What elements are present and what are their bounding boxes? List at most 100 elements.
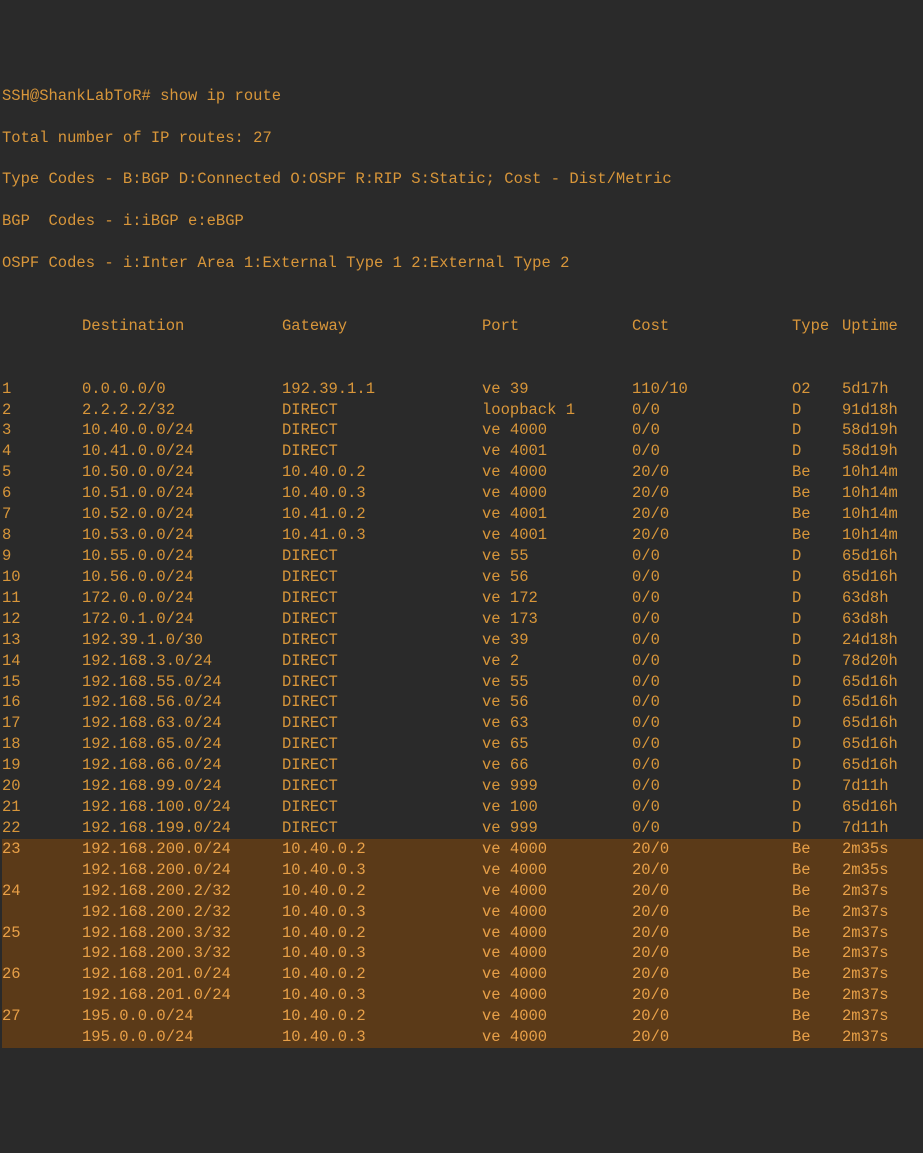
cell-gateway: DIRECT: [282, 546, 482, 567]
cell-gateway: DIRECT: [282, 672, 482, 693]
cell-index: 8: [2, 525, 82, 546]
cell-uptime: 2m37s: [842, 902, 923, 923]
route-row: 192.168.200.0/2410.40.0.3ve 400020/0Be2m…: [2, 860, 923, 881]
cell-destination: 0.0.0.0/0: [82, 379, 282, 400]
cell-cost: 0/0: [632, 441, 792, 462]
cell-index: 9: [2, 546, 82, 567]
cell-gateway: DIRECT: [282, 734, 482, 755]
cell-port: ve 172: [482, 588, 632, 609]
cell-type: Be: [792, 860, 842, 881]
route-row: 18192.168.65.0/24DIRECTve 650/0D65d16h: [2, 734, 923, 755]
cell-destination: 192.168.100.0/24: [82, 797, 282, 818]
cell-type: Be: [792, 1027, 842, 1048]
cell-destination: 10.41.0.0/24: [82, 441, 282, 462]
cell-gateway: DIRECT: [282, 797, 482, 818]
cell-cost: 20/0: [632, 525, 792, 546]
cell-type: D: [792, 755, 842, 776]
cell-gateway: 10.41.0.3: [282, 525, 482, 546]
cell-uptime: 63d8h: [842, 609, 923, 630]
cell-destination: 10.51.0.0/24: [82, 483, 282, 504]
cell-uptime: 2m35s: [842, 839, 923, 860]
cell-type: D: [792, 588, 842, 609]
cell-type: Be: [792, 985, 842, 1006]
cell-index: 10: [2, 567, 82, 588]
cell-port: ve 4001: [482, 504, 632, 525]
type-codes: Type Codes - B:BGP D:Connected O:OSPF R:…: [2, 169, 923, 190]
cell-cost: 0/0: [632, 400, 792, 421]
cell-uptime: 63d8h: [842, 588, 923, 609]
cell-cost: 20/0: [632, 1006, 792, 1027]
cell-type: O2: [792, 379, 842, 400]
cell-gateway: DIRECT: [282, 776, 482, 797]
route-row: 27195.0.0.0/2410.40.0.2ve 400020/0Be2m37…: [2, 1006, 923, 1027]
cell-index: 14: [2, 651, 82, 672]
cell-destination: 195.0.0.0/24: [82, 1006, 282, 1027]
route-row: 192.168.201.0/2410.40.0.3ve 400020/0Be2m…: [2, 985, 923, 1006]
cell-uptime: 65d16h: [842, 713, 923, 734]
cell-uptime: 2m37s: [842, 923, 923, 944]
route-row: 20192.168.99.0/24DIRECTve 9990/0D7d11h: [2, 776, 923, 797]
cell-port: ve 65: [482, 734, 632, 755]
cell-port: ve 39: [482, 630, 632, 651]
route-row: 19192.168.66.0/24DIRECTve 660/0D65d16h: [2, 755, 923, 776]
cell-gateway: 10.40.0.3: [282, 1027, 482, 1048]
cell-uptime: 2m35s: [842, 860, 923, 881]
cell-type: Be: [792, 964, 842, 985]
route-row: 22.2.2.2/32DIRECTloopback 10/0D91d18h: [2, 400, 923, 421]
cell-cost: 0/0: [632, 651, 792, 672]
cell-uptime: 2m37s: [842, 985, 923, 1006]
cell-port: ve 999: [482, 818, 632, 839]
cell-index: 6: [2, 483, 82, 504]
cell-destination: 195.0.0.0/24: [82, 1027, 282, 1048]
cell-uptime: 65d16h: [842, 755, 923, 776]
cell-cost: 0/0: [632, 609, 792, 630]
cell-index: [2, 1027, 82, 1048]
cell-port: ve 4000: [482, 964, 632, 985]
route-row: 192.168.200.2/3210.40.0.3ve 400020/0Be2m…: [2, 902, 923, 923]
route-row: 17192.168.63.0/24DIRECTve 630/0D65d16h: [2, 713, 923, 734]
cell-port: ve 39: [482, 379, 632, 400]
cell-destination: 192.168.201.0/24: [82, 985, 282, 1006]
cell-destination: 192.168.200.2/32: [82, 902, 282, 923]
cell-type: D: [792, 672, 842, 693]
cell-cost: 0/0: [632, 588, 792, 609]
cell-uptime: 65d16h: [842, 692, 923, 713]
cell-type: Be: [792, 1006, 842, 1027]
cell-port: ve 55: [482, 672, 632, 693]
cell-uptime: 10h14m: [842, 504, 923, 525]
cell-type: Be: [792, 923, 842, 944]
cell-index: [2, 943, 82, 964]
cell-type: Be: [792, 881, 842, 902]
cell-cost: 0/0: [632, 734, 792, 755]
cell-index: [2, 985, 82, 1006]
cell-port: ve 4001: [482, 525, 632, 546]
cell-destination: 10.52.0.0/24: [82, 504, 282, 525]
cell-index: 25: [2, 923, 82, 944]
cell-port: ve 2: [482, 651, 632, 672]
cell-uptime: 7d11h: [842, 818, 923, 839]
route-row: 12172.0.1.0/24DIRECTve 1730/0D63d8h: [2, 609, 923, 630]
cell-port: ve 4000: [482, 1006, 632, 1027]
cell-destination: 10.50.0.0/24: [82, 462, 282, 483]
cell-type: D: [792, 776, 842, 797]
cell-destination: 192.168.55.0/24: [82, 672, 282, 693]
cell-uptime: 58d19h: [842, 441, 923, 462]
cell-type: Be: [792, 839, 842, 860]
cell-gateway: DIRECT: [282, 588, 482, 609]
cell-gateway: 10.40.0.3: [282, 943, 482, 964]
cell-cost: 20/0: [632, 985, 792, 1006]
cell-index: 5: [2, 462, 82, 483]
col-port: Port: [482, 316, 632, 337]
route-row: 510.50.0.0/2410.40.0.2ve 400020/0Be10h14…: [2, 462, 923, 483]
route-row: 810.53.0.0/2410.41.0.3ve 400120/0Be10h14…: [2, 525, 923, 546]
bgp-codes: BGP Codes - i:iBGP e:eBGP: [2, 211, 923, 232]
cell-type: D: [792, 651, 842, 672]
cell-index: 20: [2, 776, 82, 797]
cell-index: 15: [2, 672, 82, 693]
route-row: 13192.39.1.0/30DIRECTve 390/0D24d18h: [2, 630, 923, 651]
cell-uptime: 24d18h: [842, 630, 923, 651]
cell-gateway: DIRECT: [282, 818, 482, 839]
cell-index: 19: [2, 755, 82, 776]
cell-gateway: 10.40.0.3: [282, 902, 482, 923]
cell-uptime: 58d19h: [842, 420, 923, 441]
